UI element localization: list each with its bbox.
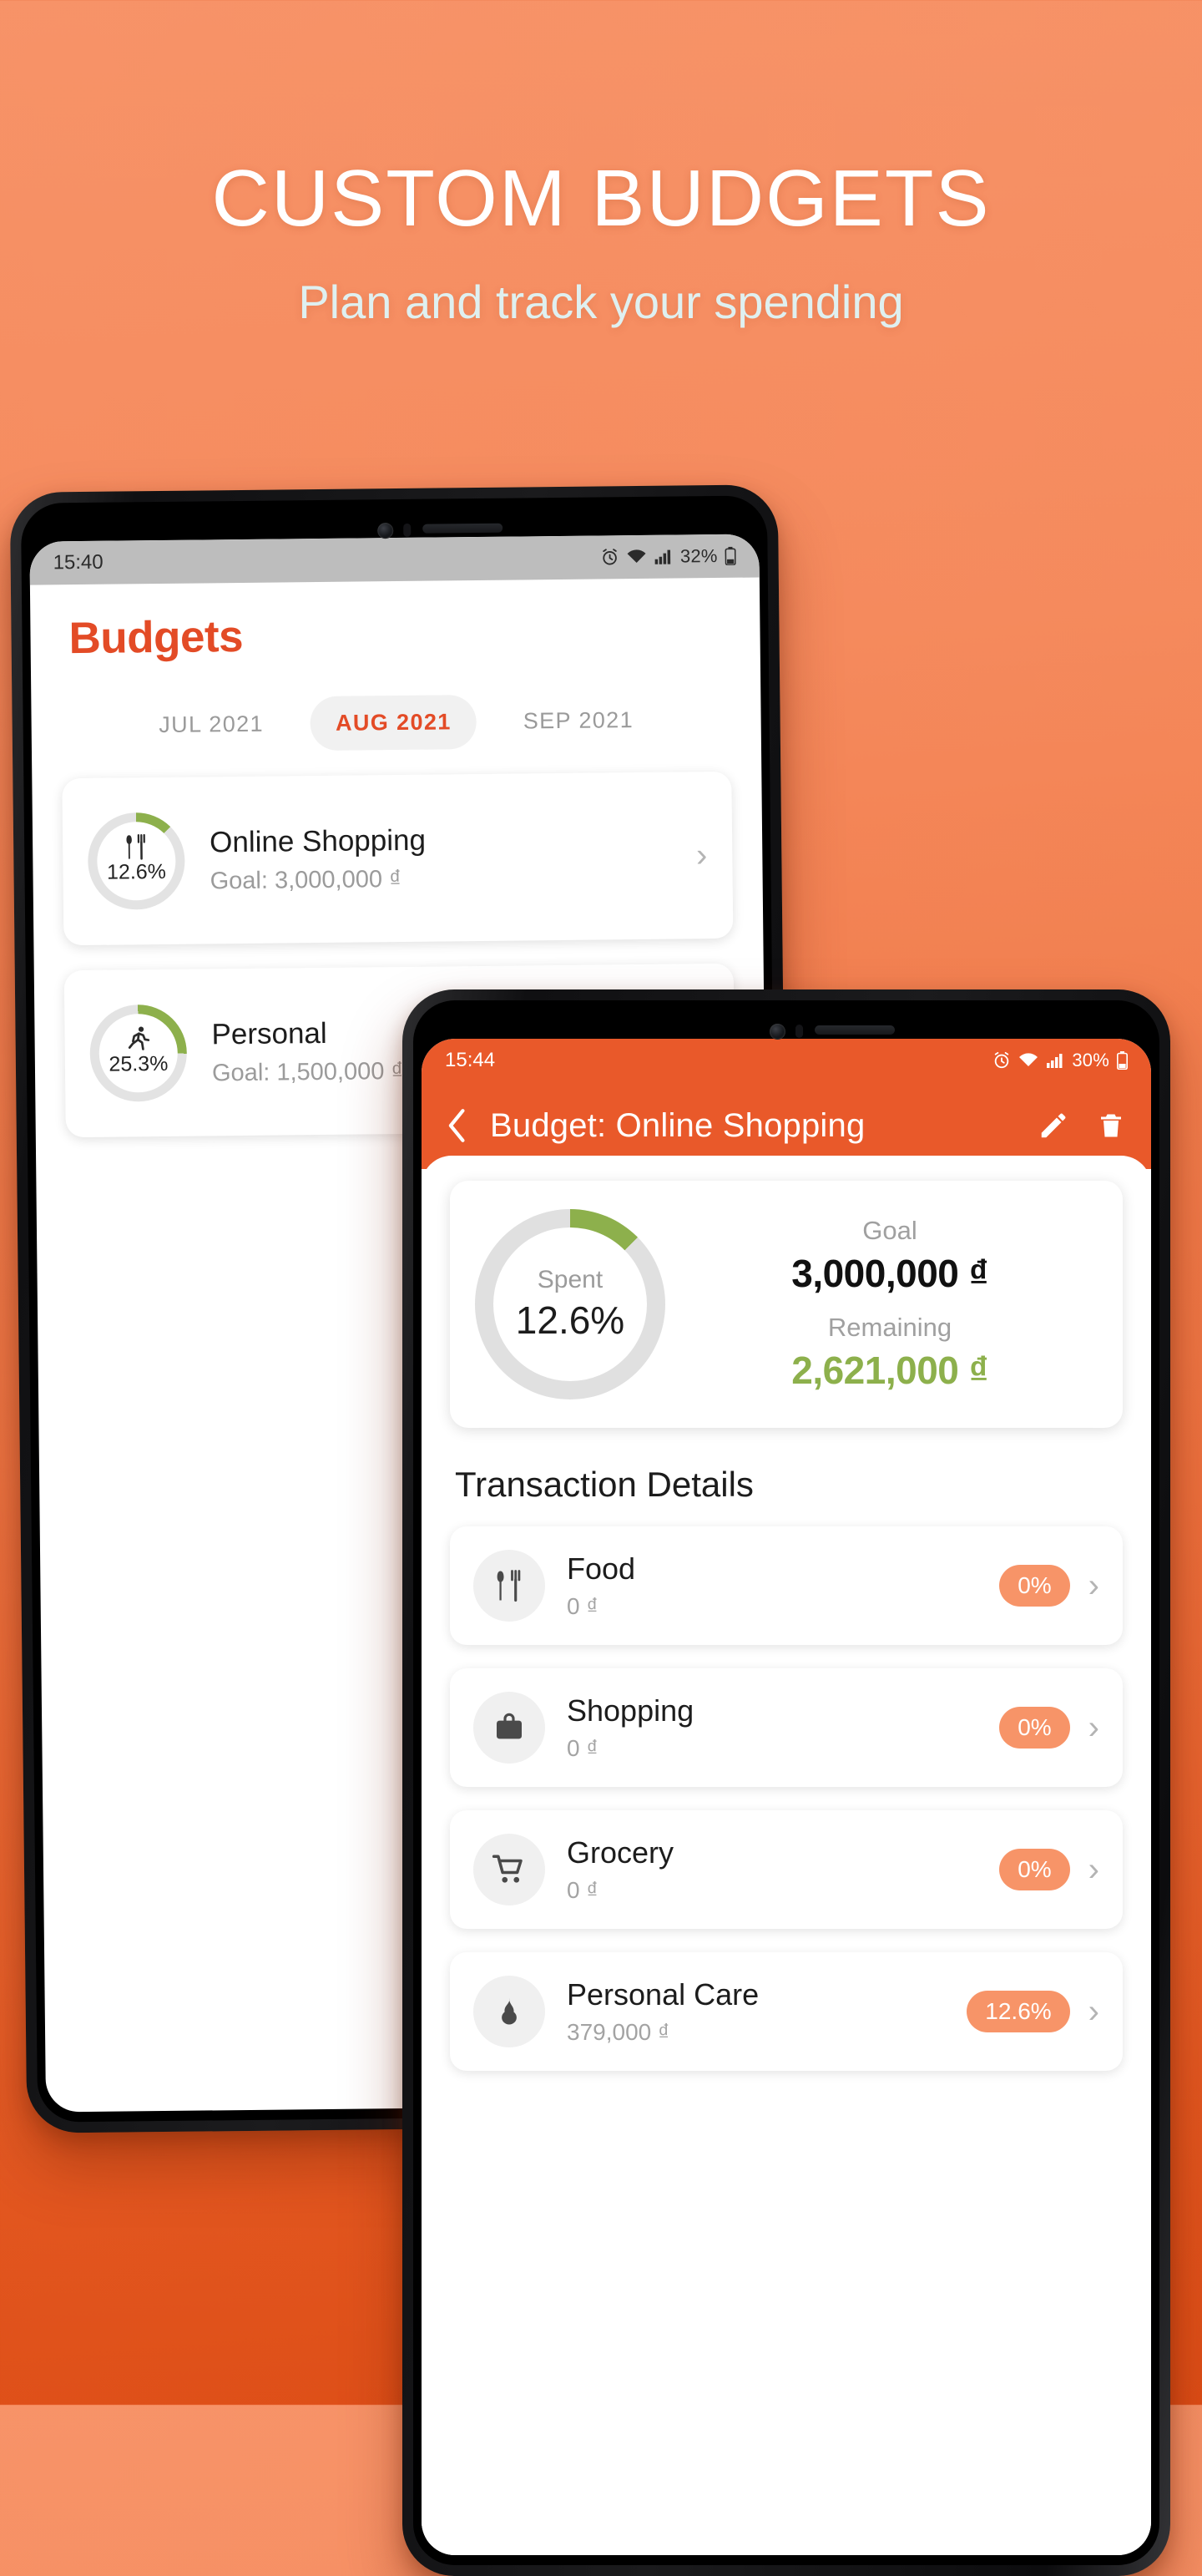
phone-bezel: 15:44 30% Budget: Online Shopping Spent … [413, 1000, 1159, 2565]
ring-percent: 12.6% [106, 859, 167, 884]
budget-list-item[interactable]: 12.6% Online Shopping Goal: 3,000,000 ₫ … [62, 771, 734, 946]
ring-percent: 25.3% [109, 1051, 169, 1076]
spent-percent: 12.6% [515, 1298, 625, 1342]
signal-icon [1047, 1054, 1063, 1068]
budget-name: Online Shopping [209, 823, 427, 858]
status-bar-front: 15:44 30% [422, 1039, 1151, 1082]
chevron-right-icon: › [1088, 1993, 1099, 2030]
budget-goal: Goal: 3,000,000 ₫ [210, 865, 402, 894]
transaction-amount: 0 ₫ [567, 1877, 598, 1903]
chevron-right-icon: › [1088, 1567, 1099, 1604]
promo-header: CUSTOM BUDGETS Plan and track your spend… [0, 0, 1202, 326]
flame-icon [473, 1976, 545, 2047]
goal-label: Goal [862, 1216, 917, 1245]
front-camera-group [341, 520, 447, 539]
transaction-row[interactable]: Personal Care 379,000 ₫ 12.6% › [450, 1952, 1123, 2071]
promo-title: CUSTOM BUDGETS [211, 154, 991, 243]
status-time: 15:44 [445, 1049, 496, 1071]
summary-card: Spent 12.6% Goal 3,000,000 ₫ Remaining 2… [450, 1181, 1123, 1428]
percent-badge: 12.6% [967, 1991, 1070, 2032]
alarm-icon [603, 549, 618, 565]
phone-device-budget-detail: 15:44 30% Budget: Online Shopping Spent … [402, 989, 1170, 2576]
percent-badge: 0% [999, 1565, 1070, 1607]
alarm-icon [995, 1051, 1009, 1069]
month-tab-prev[interactable]: JUL 2021 [134, 696, 289, 752]
section-title: Transaction Details [455, 1465, 754, 1504]
edit-icon[interactable] [1038, 1110, 1069, 1141]
chevron-right-icon: › [695, 837, 708, 874]
detail-sheet: Spent 12.6% Goal 3,000,000 ₫ Remaining 2… [422, 1156, 1151, 2555]
transaction-row[interactable]: Grocery 0 ₫ 0% › [450, 1810, 1123, 1929]
camera-icon [770, 1023, 785, 1040]
remaining-value: 2,621,000 ₫ [791, 1349, 988, 1392]
goal-value: 3,000,000 ₫ [791, 1252, 988, 1295]
shopping-bag-icon [473, 1692, 545, 1764]
status-icons: 32% [601, 545, 736, 569]
transaction-name: Grocery [567, 1835, 674, 1870]
transaction-row[interactable]: Food 0 ₫ 0% › [450, 1526, 1123, 1645]
back-icon[interactable] [447, 1108, 468, 1143]
spent-progress-ring: Spent 12.6% [475, 1209, 665, 1399]
battery-icon [1117, 1051, 1128, 1070]
percent-badge: 0% [999, 1849, 1070, 1890]
transaction-row[interactable]: Shopping 0 ₫ 0% › [450, 1668, 1123, 1787]
progress-ring: 25.3% [89, 1004, 188, 1102]
month-tab-bar: JUL 2021 AUG 2021 SEP 2021 [31, 691, 761, 753]
front-camera-group [733, 1022, 840, 1040]
front-phone-screen: 15:44 30% Budget: Online Shopping Spent … [422, 1039, 1151, 2555]
transaction-name: Food [567, 1551, 636, 1586]
chevron-right-icon: › [1088, 1709, 1099, 1746]
month-tab-current[interactable]: AUG 2021 [310, 695, 477, 752]
wifi-icon [627, 549, 646, 564]
food-icon [473, 1550, 545, 1622]
summary-values: Goal 3,000,000 ₫ Remaining 2,621,000 ₫ [682, 1216, 1098, 1393]
delete-icon[interactable] [1096, 1110, 1126, 1141]
wifi-icon [1019, 1053, 1038, 1066]
remaining-label: Remaining [827, 1313, 952, 1342]
transaction-amount: 379,000 ₫ [567, 2019, 670, 2045]
promo-subtitle: Plan and track your spending [298, 276, 904, 328]
spent-label: Spent [537, 1266, 604, 1293]
page-title: Budgets [68, 611, 244, 664]
sensor-icon [403, 523, 412, 537]
transaction-name: Shopping [567, 1693, 694, 1728]
battery-percent: 32% [679, 544, 718, 567]
signal-icon [654, 549, 671, 564]
battery-percent: 30% [1072, 1050, 1109, 1070]
transaction-amount: 0 ₫ [567, 1593, 598, 1619]
status-bar-back: 15:40 32% [29, 534, 760, 585]
status-icons: 30% [992, 1050, 1128, 1071]
camera-icon [377, 522, 394, 539]
month-tab-next[interactable]: SEP 2021 [497, 693, 659, 749]
progress-ring: 12.6% [87, 812, 185, 910]
transaction-name: Personal Care [567, 1977, 760, 2012]
app-bar-title: Budget: Online Shopping [490, 1106, 866, 1144]
battery-icon [725, 546, 736, 565]
status-time: 15:40 [53, 550, 104, 574]
cart-icon [473, 1834, 545, 1905]
sensor-icon [795, 1025, 803, 1038]
chevron-right-icon: › [1088, 1851, 1099, 1888]
transaction-amount: 0 ₫ [567, 1735, 598, 1761]
percent-badge: 0% [999, 1707, 1070, 1749]
